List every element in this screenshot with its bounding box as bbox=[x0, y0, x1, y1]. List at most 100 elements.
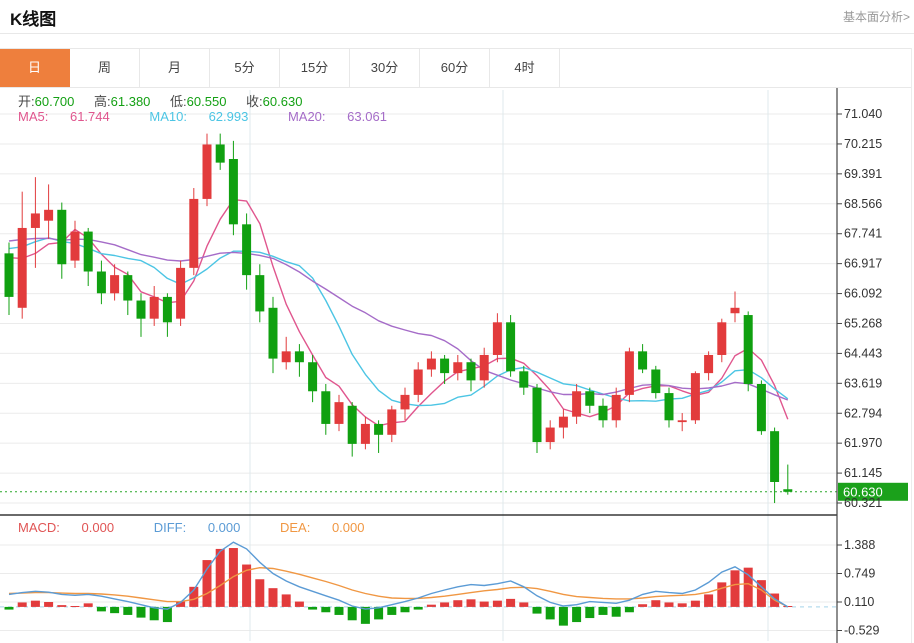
macd-bar-down bbox=[387, 607, 396, 615]
macd-bar-up bbox=[282, 594, 291, 606]
candle-up bbox=[401, 395, 410, 410]
candle-up bbox=[189, 199, 198, 268]
candle-down bbox=[374, 424, 383, 435]
low-value: 60.550 bbox=[187, 94, 227, 109]
tab-60min[interactable]: 60分 bbox=[420, 49, 490, 87]
macd-bar-up bbox=[519, 602, 528, 606]
candle-up bbox=[480, 355, 489, 380]
macd-bar-down bbox=[414, 607, 423, 610]
macd-bar-up bbox=[255, 579, 264, 607]
candle-down bbox=[216, 144, 225, 162]
ma-readout: MA5: 61.744 MA10: 62.993 MA20: 63.061 bbox=[18, 109, 423, 124]
candle-up bbox=[493, 322, 502, 355]
macd-bar-up bbox=[18, 602, 27, 606]
tab-5min[interactable]: 5分 bbox=[210, 49, 280, 87]
candle-up bbox=[678, 420, 687, 422]
macd-bar-down bbox=[401, 607, 410, 612]
macd-bar-down bbox=[612, 607, 621, 617]
macd-bar-up bbox=[229, 548, 238, 607]
title-divider bbox=[0, 33, 914, 34]
candle-up bbox=[361, 424, 370, 444]
candle-up bbox=[731, 308, 740, 313]
candle-up bbox=[704, 355, 713, 373]
tab-month[interactable]: 月 bbox=[140, 49, 210, 87]
candle-down bbox=[651, 369, 660, 393]
axis-tick-label: 60.321 bbox=[844, 496, 882, 510]
macd-bar-down bbox=[97, 607, 106, 611]
macd-bar-down bbox=[335, 607, 344, 615]
high-label: 高: bbox=[94, 94, 111, 109]
macd-bar-down bbox=[572, 607, 581, 622]
candle-up bbox=[31, 213, 40, 228]
ma10-line bbox=[9, 238, 788, 406]
macd-bar-down bbox=[533, 607, 542, 614]
candle-up bbox=[572, 391, 581, 416]
macd-bar-up bbox=[295, 602, 304, 607]
candle-up bbox=[546, 428, 555, 443]
macd-bar-down bbox=[321, 607, 330, 612]
macd-bar-up bbox=[651, 600, 660, 607]
ohlc-readout: 开:60.700 高:61.380 低:60.550 收:60.630 bbox=[18, 91, 318, 110]
candle-up bbox=[691, 373, 700, 420]
ma10-value: MA10: 62.993 bbox=[149, 109, 266, 124]
tab-day[interactable]: 日 bbox=[0, 49, 70, 87]
candle-down bbox=[585, 391, 594, 406]
macd-bar-up bbox=[665, 602, 674, 606]
tab-4hour[interactable]: 4时 bbox=[490, 49, 560, 87]
axis-tick-label: -0.529 bbox=[844, 624, 879, 638]
macd-bar-down bbox=[599, 607, 608, 615]
tab-30min[interactable]: 30分 bbox=[350, 49, 420, 87]
candle-up bbox=[625, 351, 634, 395]
period-tab-bar: 日 周 月 5分 15分 30分 60分 4时 bbox=[0, 48, 911, 88]
candles-group bbox=[5, 134, 793, 503]
candle-down bbox=[137, 301, 146, 319]
macd-bar-down bbox=[150, 607, 159, 620]
candle-down bbox=[757, 384, 766, 431]
macd-bar-up bbox=[638, 604, 647, 607]
candle-up bbox=[150, 297, 159, 319]
panel-right-border bbox=[911, 48, 912, 643]
candle-down bbox=[744, 315, 753, 384]
tab-week[interactable]: 周 bbox=[70, 49, 140, 87]
low-label: 低: bbox=[170, 94, 187, 109]
macd-bar-down bbox=[5, 607, 14, 610]
candle-up bbox=[612, 395, 621, 420]
axis-tick-label: 69.391 bbox=[844, 167, 882, 181]
axis-tick-label: 68.566 bbox=[844, 197, 882, 211]
macd-bar-up bbox=[731, 570, 740, 607]
axis-tick-label: 66.092 bbox=[844, 287, 882, 301]
macd-bar-up bbox=[717, 582, 726, 607]
candle-down bbox=[599, 406, 608, 421]
macd-bar-down bbox=[137, 607, 146, 618]
candle-up bbox=[427, 359, 436, 370]
macd-bar-up bbox=[71, 606, 80, 607]
fundamental-analysis-link[interactable]: 基本面分析> bbox=[843, 8, 910, 25]
macd-histogram bbox=[5, 548, 793, 626]
axis-tick-label: 70.215 bbox=[844, 137, 882, 151]
macd-bar-down bbox=[559, 607, 568, 626]
axis-tick-label: 61.145 bbox=[844, 466, 882, 480]
macd-bar-down bbox=[585, 607, 594, 618]
candle-down bbox=[5, 253, 14, 297]
candle-up bbox=[453, 362, 462, 373]
tab-15min[interactable]: 15分 bbox=[280, 49, 350, 87]
candle-down bbox=[295, 351, 304, 362]
candle-down bbox=[321, 391, 330, 424]
axis-tick-label: 61.970 bbox=[844, 436, 882, 450]
kline-chart[interactable]: 60.63071.04070.21569.39168.56667.74166.9… bbox=[0, 88, 914, 643]
candle-down bbox=[638, 351, 647, 369]
candle-up bbox=[44, 210, 53, 221]
macd-bar-up bbox=[493, 601, 502, 607]
candle-down bbox=[533, 388, 542, 442]
close-label: 收: bbox=[246, 94, 263, 109]
close-value: 60.630 bbox=[263, 94, 303, 109]
candle-down bbox=[97, 272, 106, 294]
candle-down bbox=[242, 224, 251, 275]
candle-down bbox=[255, 275, 264, 311]
macd-bar-up bbox=[678, 603, 687, 607]
candle-down bbox=[229, 159, 238, 224]
macd-bar-up bbox=[467, 599, 476, 607]
axis-tick-label: 0.110 bbox=[844, 595, 874, 609]
macd-bar-down bbox=[625, 607, 634, 612]
macd-bar-up bbox=[44, 602, 53, 607]
